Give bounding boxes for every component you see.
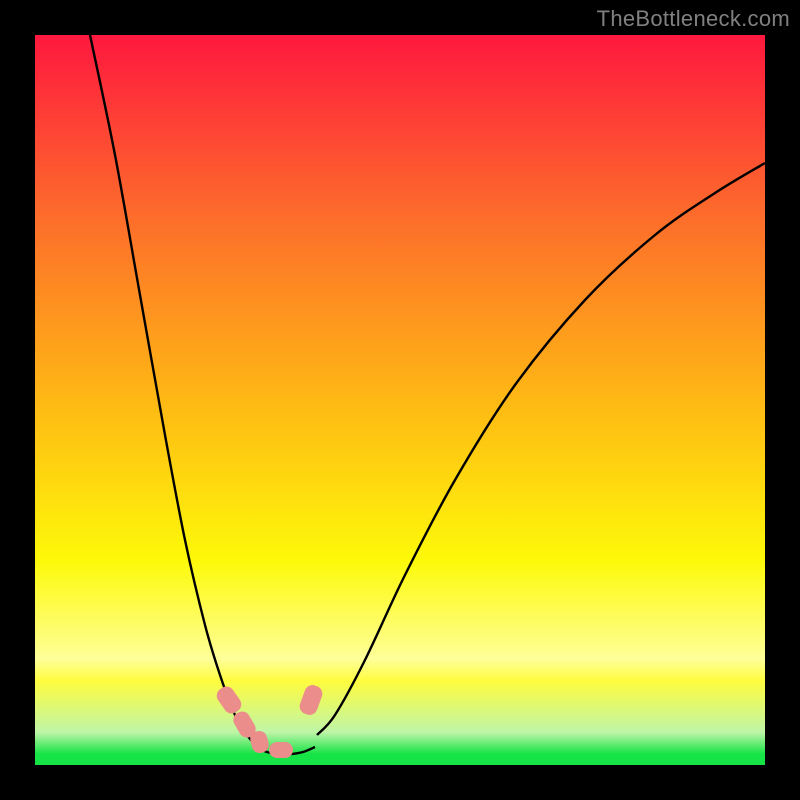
- chart-stage: TheBottleneck.com: [0, 0, 800, 800]
- valley-marker: [269, 742, 293, 758]
- watermark-text: TheBottleneck.com: [597, 6, 790, 32]
- curve-left-branch: [90, 35, 257, 747]
- bottleneck-curve: [35, 35, 765, 765]
- plot-area: [35, 35, 765, 765]
- curve-right-branch: [317, 163, 765, 735]
